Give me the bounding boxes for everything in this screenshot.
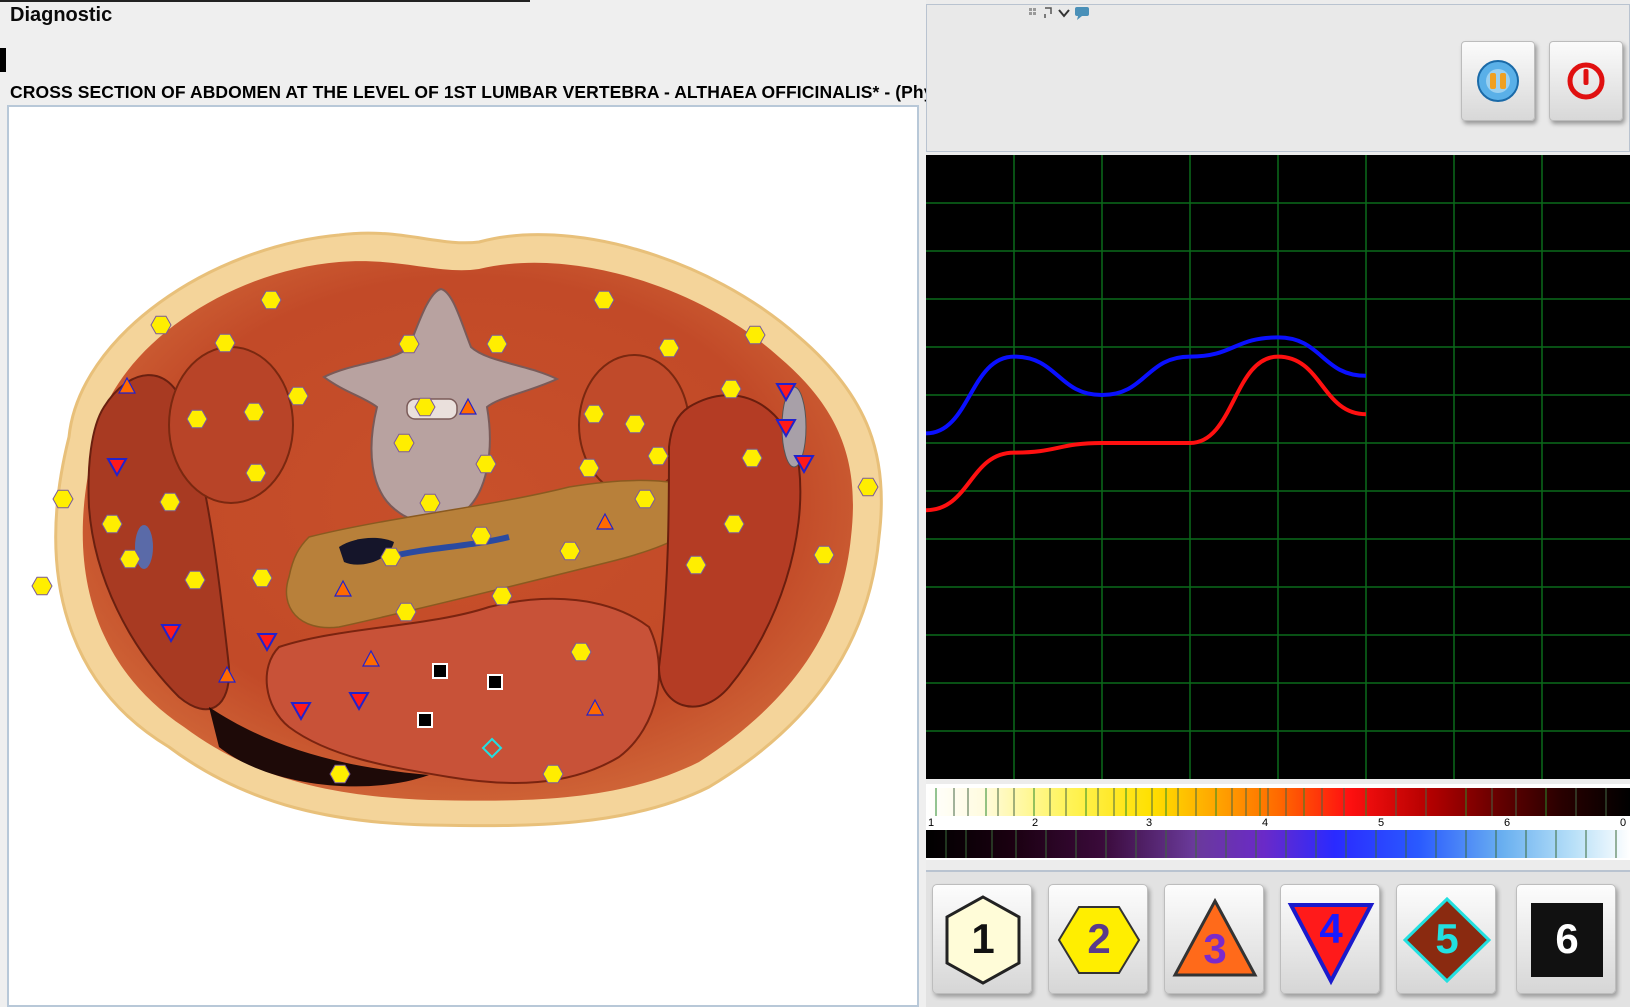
hexagon-marker-icon[interactable] [578, 458, 600, 478]
level-label-3: 3 [1203, 925, 1227, 972]
hexagon-marker-icon[interactable] [150, 315, 172, 335]
hexagon-marker-icon[interactable] [647, 446, 669, 466]
color-spectrum-scale: 1 2 3 4 5 6 0 [926, 784, 1630, 860]
hexagon-marker-icon[interactable] [214, 333, 236, 353]
square-marker-icon[interactable] [432, 663, 448, 679]
hexagon-marker-icon[interactable] [624, 414, 646, 434]
hexagon-marker-icon[interactable] [287, 386, 309, 406]
hexagon-marker-icon[interactable] [251, 568, 273, 588]
hexagon-marker-icon[interactable] [380, 547, 402, 567]
hexagon-marker-icon[interactable] [593, 290, 615, 310]
level-label-2: 2 [1087, 915, 1111, 962]
hexagon-marker-icon[interactable] [491, 586, 513, 606]
hexagon-marker-icon[interactable] [119, 549, 141, 569]
hexagon-marker-icon[interactable] [186, 409, 208, 429]
level-label-4: 4 [1319, 905, 1343, 952]
graph-grid [926, 155, 1630, 779]
frequency-graph [926, 155, 1630, 779]
hexagon-marker-icon[interactable] [243, 402, 265, 422]
chat-icon[interactable] [1075, 7, 1089, 20]
toolbar [926, 4, 1630, 152]
hexagon-marker-icon[interactable] [723, 514, 745, 534]
level-label-1: 1 [971, 915, 995, 962]
scale-label-3: 3 [1146, 817, 1153, 829]
cool-spectrum-bar [926, 830, 1630, 858]
hexagon-marker-icon[interactable] [395, 602, 417, 622]
hexagon-marker-icon[interactable] [741, 448, 763, 468]
power-button[interactable] [1549, 41, 1623, 121]
anatomy-image-frame [7, 105, 919, 1007]
hexagon-marker-icon[interactable] [260, 290, 282, 310]
level-button-4[interactable]: 4 [1280, 884, 1380, 994]
hexagon-marker-icon[interactable] [159, 492, 181, 512]
hexagon-marker-icon[interactable] [419, 493, 441, 513]
level-button-2[interactable]: 2 [1048, 884, 1148, 994]
hexagon-marker-icon[interactable] [486, 334, 508, 354]
hexagon-marker-icon[interactable] [658, 338, 680, 358]
top-edge-line [0, 0, 530, 2]
hexagon-marker-icon[interactable] [329, 764, 351, 784]
hexagon-marker-icon[interactable] [398, 334, 420, 354]
series-line-blue [926, 335, 1367, 436]
hexagon-marker-icon[interactable] [744, 325, 766, 345]
hexagon-marker-icon[interactable] [475, 454, 497, 474]
scale-label-0: 0 [1620, 817, 1627, 829]
level-button-6[interactable]: 6 [1516, 884, 1616, 994]
scale-label-6: 6 [1504, 817, 1511, 829]
analysis-panel: 1 2 3 4 5 6 0 1 2 3 4 5 6 [926, 0, 1630, 1007]
abdomen-cross-section-image[interactable] [9, 107, 917, 1005]
hexagon-marker-icon[interactable] [583, 404, 605, 424]
scale-label-4: 4 [1262, 817, 1269, 829]
expand-icon[interactable] [1044, 7, 1052, 18]
square-marker-icon[interactable] [487, 674, 503, 690]
hexagon-marker-icon[interactable] [393, 433, 415, 453]
hexagon-marker-icon[interactable] [31, 576, 53, 596]
hexagon-marker-icon[interactable] [813, 545, 835, 565]
left-kidney [168, 346, 294, 504]
hexagon-marker-icon[interactable] [414, 397, 436, 417]
level-buttons-bar: 1 2 3 4 5 6 [926, 870, 1630, 1007]
grid-icon[interactable] [1029, 8, 1036, 15]
section-title: CROSS SECTION OF ABDOMEN AT THE LEVEL OF… [10, 82, 1021, 102]
scale-label-5: 5 [1378, 817, 1385, 829]
graph-svg [926, 155, 1630, 779]
level-button-3[interactable]: 3 [1164, 884, 1264, 994]
media-disc-icon [1477, 60, 1519, 102]
app-title: Diagnostic [10, 4, 113, 26]
hexagon-marker-icon[interactable] [857, 477, 879, 497]
warm-spectrum-bar [926, 788, 1630, 816]
hexagon-marker-icon[interactable] [720, 379, 742, 399]
hexagon-marker-icon[interactable] [184, 570, 206, 590]
scale-label-1: 1 [928, 817, 935, 829]
power-icon [1567, 62, 1605, 100]
level-label-5: 5 [1435, 915, 1459, 962]
hexagon-marker-icon[interactable] [570, 642, 592, 662]
hexagon-marker-icon[interactable] [559, 541, 581, 561]
hexagon-marker-icon[interactable] [52, 489, 74, 509]
hexagon-marker-icon[interactable] [542, 764, 564, 784]
hexagon-marker-icon[interactable] [634, 489, 656, 509]
hexagon-marker-icon[interactable] [685, 555, 707, 575]
hexagon-marker-icon[interactable] [245, 463, 267, 483]
level-button-5[interactable]: 5 [1396, 884, 1496, 994]
hexagon-marker-icon[interactable] [470, 526, 492, 546]
left-edge-marker [0, 48, 6, 72]
series-line-red [926, 354, 1367, 513]
hexagon-marker-icon[interactable] [101, 514, 123, 534]
diagnostic-panel: Diagnostic CROSS SECTION OF ABDOMEN AT T… [0, 0, 1020, 1007]
level-button-1[interactable]: 1 [932, 884, 1032, 994]
window-mini-controls [1027, 5, 1097, 24]
chevron-down-icon[interactable] [1058, 9, 1070, 18]
scale-label-2: 2 [1032, 817, 1039, 829]
media-button[interactable] [1461, 41, 1535, 121]
level-label-6: 6 [1555, 915, 1579, 962]
square-marker-icon[interactable] [417, 712, 433, 728]
